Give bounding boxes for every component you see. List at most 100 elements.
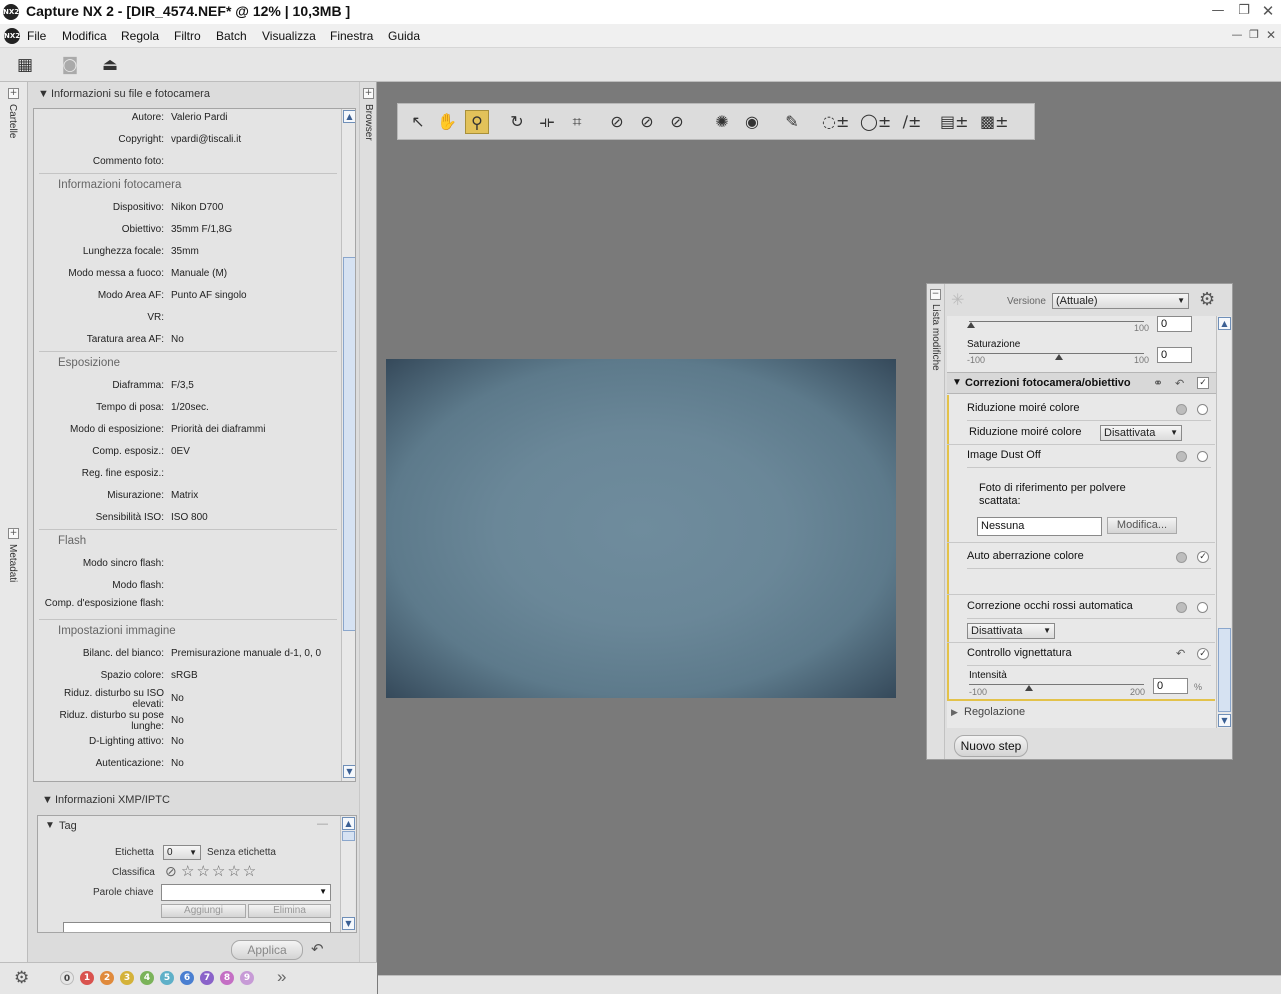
label-7[interactable]: 7: [200, 971, 214, 985]
restore-icon[interactable]: ❐: [1234, 2, 1254, 20]
scroll-thumb[interactable]: [1218, 628, 1231, 712]
tab-cartelle[interactable]: Cartelle: [7, 104, 18, 138]
section-checkbox[interactable]: ✓: [1197, 377, 1209, 389]
scroll-up-icon[interactable]: ▲: [342, 817, 355, 830]
etichetta-select[interactable]: 0 ▼: [163, 845, 201, 860]
rotate-tool-icon[interactable]: ↻: [505, 110, 529, 134]
label-4[interactable]: 4: [140, 971, 154, 985]
regolazione-header[interactable]: Regolazione: [964, 706, 1025, 718]
scroll-up-icon[interactable]: ▲: [343, 110, 355, 123]
tab-browser[interactable]: Browser: [363, 104, 374, 141]
fill-tool-icon[interactable]: ▩±: [980, 110, 1009, 134]
file-info-header[interactable]: Informazioni su file e fotocamera: [51, 88, 210, 100]
label-0[interactable]: 0: [60, 971, 74, 985]
scroll-thumb[interactable]: [343, 257, 355, 631]
white-point-icon[interactable]: ⊘: [665, 110, 689, 134]
close-icon[interactable]: ✕: [1258, 2, 1278, 20]
xmp-header[interactable]: Informazioni XMP/IPTC: [55, 794, 170, 806]
menu-batch[interactable]: Batch: [216, 29, 247, 43]
no-rating-icon[interactable]: ⊘: [165, 863, 177, 880]
versione-select[interactable]: (Attuale) ▼: [1052, 293, 1189, 309]
lasso-tool-icon[interactable]: ◌±: [822, 110, 849, 134]
grid-view-icon[interactable]: ▦: [12, 53, 38, 77]
saturazione-thumb[interactable]: [1055, 354, 1063, 360]
neutral-point-icon[interactable]: ⊘: [635, 110, 659, 134]
saturazione-input[interactable]: 0: [1157, 347, 1192, 363]
redeye-select[interactable]: Disattivata ▼: [967, 623, 1055, 639]
info-scrollbar[interactable]: ▲ ▼: [341, 109, 355, 781]
menu-file[interactable]: File: [27, 29, 46, 43]
crop-tool-icon[interactable]: ⌗: [565, 110, 589, 134]
aberr-info-icon[interactable]: [1176, 552, 1187, 563]
minimize-tag-icon[interactable]: —: [317, 818, 328, 830]
horizontal-scrollbar[interactable]: [378, 975, 1281, 994]
moire-toggle[interactable]: [1197, 404, 1208, 415]
intensita-slider[interactable]: [969, 684, 1144, 685]
reset-icon[interactable]: ↶: [1175, 377, 1184, 390]
scroll-up-icon[interactable]: ▲: [1218, 317, 1231, 330]
moire-select[interactable]: Disattivata ▼: [1100, 425, 1182, 441]
tab-metadati[interactable]: Metadati: [7, 544, 18, 582]
camera-icon[interactable]: ◙: [57, 53, 83, 77]
label-5[interactable]: 5: [160, 971, 174, 985]
rating-stars[interactable]: ☆☆☆☆☆: [181, 862, 258, 880]
collapse-triangle-icon[interactable]: ▼: [45, 820, 55, 831]
output-icon[interactable]: ⏏: [97, 53, 123, 77]
label-3[interactable]: 3: [120, 971, 134, 985]
undo-icon[interactable]: ↶: [311, 940, 324, 958]
marquee-tool-icon[interactable]: ◯±: [860, 110, 891, 134]
menu-filtro[interactable]: Filtro: [174, 29, 201, 43]
elimina-button[interactable]: Elimina: [248, 904, 331, 918]
collapse-triangle-icon[interactable]: ▼: [42, 794, 53, 806]
collapse-triangle-icon[interactable]: ▼: [38, 88, 49, 100]
settings-gear-icon[interactable]: ⚙: [1199, 289, 1215, 310]
expand-triangle-icon[interactable]: ▶: [951, 707, 958, 718]
menu-finestra[interactable]: Finestra: [330, 29, 373, 43]
minimize-icon[interactable]: —: [1208, 2, 1228, 20]
doc-close-icon[interactable]: ✕: [1261, 26, 1281, 44]
gear-icon[interactable]: ⚙: [14, 968, 29, 988]
section-title[interactable]: Correzioni fotocamera/obiettivo: [965, 377, 1131, 389]
slider-track[interactable]: [969, 321, 1144, 322]
black-point-icon[interactable]: ⊘: [605, 110, 629, 134]
label-1[interactable]: 1: [80, 971, 94, 985]
arrow-tool-icon[interactable]: ↖: [406, 110, 430, 134]
expand-icon[interactable]: +: [363, 88, 374, 99]
slider-thumb[interactable]: [967, 322, 975, 328]
scroll-down-icon[interactable]: ▼: [1218, 714, 1231, 727]
hand-tool-icon[interactable]: ✋: [435, 110, 459, 134]
scroll-down-icon[interactable]: ▼: [342, 917, 355, 930]
scroll-thumb[interactable]: [342, 831, 355, 841]
menu-regola[interactable]: Regola: [121, 29, 159, 43]
zoom-tool-icon[interactable]: ⚲: [465, 110, 489, 134]
vignette-toggle[interactable]: ✓: [1197, 648, 1209, 660]
chevron-right-icon[interactable]: »: [277, 967, 286, 987]
aggiungi-button[interactable]: Aggiungi: [161, 904, 246, 918]
scroll-down-icon[interactable]: ▼: [343, 765, 355, 778]
label-6[interactable]: 6: [180, 971, 194, 985]
bandage-tool-icon[interactable]: ✎: [780, 110, 804, 134]
redeye-info-icon[interactable]: [1176, 602, 1187, 613]
tab-lista-modifiche[interactable]: Lista modifiche: [930, 304, 941, 371]
nuovo-step-button[interactable]: Nuovo step: [954, 735, 1028, 757]
keywords-input[interactable]: ▼: [161, 884, 331, 901]
xmp-scrollbar[interactable]: ▲ ▼: [340, 816, 355, 932]
applica-button[interactable]: Applica: [231, 940, 303, 960]
label-2[interactable]: 2: [100, 971, 114, 985]
aberr-toggle[interactable]: ✓: [1197, 551, 1209, 563]
brush-tool-icon[interactable]: ∕±: [900, 110, 924, 134]
collapse-icon[interactable]: −: [930, 289, 941, 300]
menu-visualizza[interactable]: Visualizza: [262, 29, 316, 43]
moire-info-icon[interactable]: [1176, 404, 1187, 415]
eye-tool-icon[interactable]: ◉: [740, 110, 764, 134]
link-icon[interactable]: ⚭: [1153, 376, 1163, 390]
vignette-reset-icon[interactable]: ↶: [1176, 647, 1185, 660]
intensita-thumb[interactable]: [1025, 685, 1033, 691]
dust-input[interactable]: Nessuna: [977, 517, 1102, 536]
modifica-button[interactable]: Modifica...: [1107, 517, 1177, 534]
photo-preview[interactable]: [386, 359, 896, 698]
redeye-toggle[interactable]: [1197, 602, 1208, 613]
menu-modifica[interactable]: Modifica: [62, 29, 107, 43]
dust-info-icon[interactable]: [1176, 451, 1187, 462]
tag-header[interactable]: Tag: [59, 820, 77, 832]
